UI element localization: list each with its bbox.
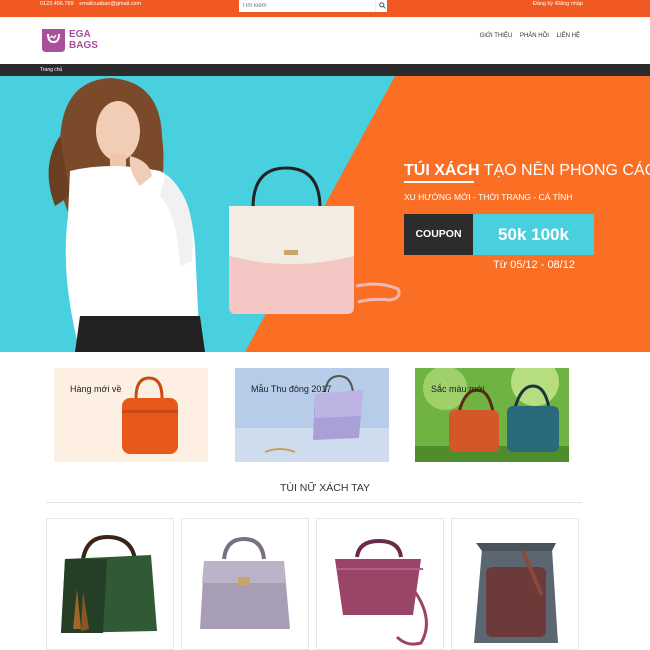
search-button[interactable] (375, 0, 387, 12)
grey-bucket-bag-image (474, 543, 558, 643)
section-title[interactable]: TÚI NỮ XÁCH TAY (0, 482, 650, 494)
search-icon (379, 2, 386, 9)
grey-handbag-image (200, 536, 290, 629)
logo-text: EGA BAGS (69, 29, 98, 51)
nav-item-feedback[interactable]: PHẢN HỒI (520, 33, 549, 39)
header: EGA BAGS GIỚI THIỆU PHẢN HỒI LIÊN HỆ (0, 17, 650, 64)
mauve-handbag-image (335, 538, 428, 646)
colorful-bags-image (415, 368, 569, 462)
search-box (239, 0, 387, 12)
promo-dates: Từ 05/12 - 08/12 (493, 259, 575, 271)
product-card[interactable] (316, 518, 444, 650)
lilac-bag-image (235, 374, 389, 462)
product-card[interactable] (46, 518, 174, 650)
logo[interactable]: EGA BAGS (40, 26, 110, 54)
top-bar: 0123.456.789 emailcuaban@gmail.com Đăng … (0, 0, 650, 17)
bag-logo-icon (42, 29, 65, 52)
coupon-value: 50k 100k (473, 214, 594, 255)
hero-title-underline (404, 181, 474, 183)
product-card[interactable] (181, 518, 309, 650)
main-nav: GIỚI THIỆU PHẢN HỒI LIÊN HỆ (474, 33, 580, 39)
category-new-arrivals[interactable]: Hàng mới về (54, 368, 208, 462)
search-input[interactable] (239, 0, 375, 12)
category-label: Sắc màu mới (431, 384, 485, 394)
account-links[interactable]: Đăng ký /Đăng nhập (533, 1, 583, 7)
category-new-colors[interactable]: Sắc màu mới (415, 368, 569, 462)
category-label: Hàng mới về (70, 384, 122, 394)
product-card[interactable] (451, 518, 579, 650)
green-tote-image (61, 534, 157, 633)
category-autumn-winter[interactable]: Mẫu Thu đông 2017 (235, 368, 389, 462)
coupon-box: COUPON 50k 100k (404, 214, 594, 255)
phone-number[interactable]: 0123.456.789 (40, 1, 74, 7)
contact-info: 0123.456.789 emailcuaban@gmail.com (40, 1, 145, 7)
coupon-label: COUPON (404, 214, 473, 255)
breadcrumb: Trang chủ (0, 64, 650, 76)
email-address[interactable]: emailcuaban@gmail.com (79, 1, 141, 7)
hero-title: TÚI XÁCH TẠO NÊN PHONG CÁCH (404, 162, 650, 179)
section-divider (46, 502, 582, 503)
orange-bag-image (122, 376, 178, 454)
hero-subtitle: XU HƯỚNG MỚI - THỜI TRANG - CÁ TÍNH (404, 192, 573, 202)
breadcrumb-home[interactable]: Trang chủ (40, 67, 62, 73)
category-label: Mẫu Thu đông 2017 (251, 384, 332, 394)
nav-item-contact[interactable]: LIÊN HỆ (557, 33, 580, 39)
nav-item-about[interactable]: GIỚI THIỆU (480, 33, 513, 39)
hero-banner[interactable]: TÚI XÁCH TẠO NÊN PHONG CÁCH XU HƯỚNG MỚI… (0, 76, 650, 352)
